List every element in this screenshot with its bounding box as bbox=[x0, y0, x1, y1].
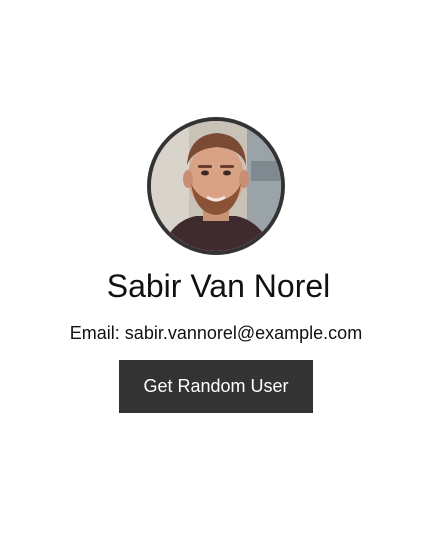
user-card: Sabir Van Norel Email: sabir.vannorel@ex… bbox=[0, 0, 437, 557]
get-random-user-button[interactable]: Get Random User bbox=[119, 360, 313, 413]
user-name: Sabir Van Norel bbox=[106, 268, 331, 304]
user-avatar bbox=[147, 117, 285, 255]
user-email: Email: sabir.vannorel@example.com bbox=[69, 323, 363, 343]
profile-photo-image bbox=[151, 121, 281, 251]
